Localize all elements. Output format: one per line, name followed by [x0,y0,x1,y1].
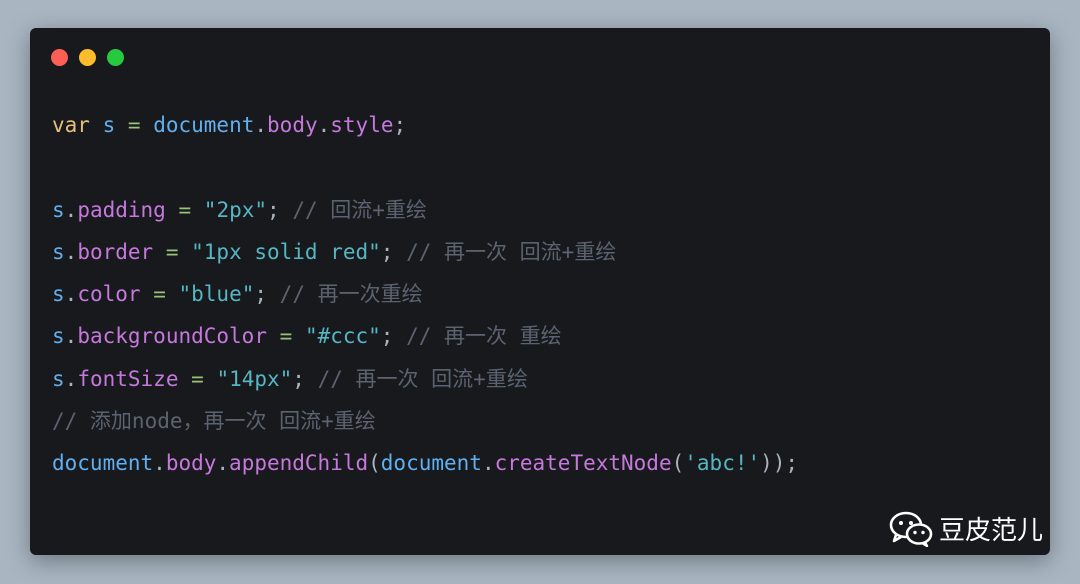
code-line-3: s.padding = "2px"; // 回流+重绘 [52,189,1032,231]
code-comment: // 再一次 重绘 [406,324,562,349]
dot: . [64,197,78,222]
property-border: border [77,239,154,264]
property-font-size: fontSize [77,366,179,391]
operator-equals: = [178,197,192,222]
string-value: "blue" [178,282,255,307]
watermark: 豆皮范儿 [889,510,1043,547]
open-paren: ( [368,451,381,476]
open-paren: ( [671,451,685,476]
wechat-icon [889,511,933,547]
property-background-color: backgroundColor [77,324,267,349]
operator-equals: = [127,113,141,137]
dot: . [317,113,331,137]
code-block: var s = document.body.style; s.padding =… [52,104,1032,485]
code-comment: // 再一次 回流+重绘 [317,366,528,391]
object-document: document [380,451,482,476]
semicolon: ; [267,197,280,222]
semicolon: ; [380,324,394,349]
semicolon: ; [393,113,407,137]
operator-equals: = [191,366,204,391]
property-body: body [267,113,318,137]
dot: . [481,451,495,476]
dot: . [64,366,78,391]
object-s: s [52,197,65,222]
watermark-text: 豆皮范儿 [938,516,1043,546]
code-line-1: var s = document.body.style; [52,104,1032,146]
variable-s: s [102,113,116,137]
window-controls [51,49,124,66]
method-create-text-node: createTextNode [494,451,672,476]
code-line-8: // 添加node，再一次 回流+重绘 [52,400,1032,442]
semicolon: ; [292,366,305,391]
code-comment: // 再一次 回流+重绘 [406,239,617,264]
semicolon: ; [380,239,394,264]
maximize-button[interactable] [107,49,124,66]
operator-equals: = [153,282,166,307]
code-line-4: s.border = "1px solid red"; // 再一次 回流+重绘 [52,231,1032,273]
semicolon: ; [254,282,268,307]
code-line-2-empty [52,146,1032,188]
code-line-5: s.color = "blue"; // 再一次重绘 [52,273,1032,315]
property-color: color [77,282,141,307]
code-comment: // 回流+重绘 [292,197,427,222]
object-s: s [52,239,65,264]
minimize-button[interactable] [79,49,96,66]
operator-equals: = [279,324,293,349]
close-button[interactable] [51,49,68,66]
property-style: style [330,113,394,137]
object-document: document [153,113,255,137]
property-padding: padding [77,197,166,222]
code-comment: // 再一次重绘 [279,282,423,307]
dot: . [216,451,230,476]
string-value: "2px" [203,197,268,222]
string-value: "#ccc" [304,324,381,349]
dot: . [64,239,78,264]
operator-equals: = [165,239,179,264]
object-s: s [52,282,65,307]
dot: . [64,282,78,307]
string-value: "14px" [216,366,293,391]
code-comment: // 添加node，再一次 回流+重绘 [52,409,376,434]
close-parens: )); [760,451,799,476]
dot: . [64,324,78,349]
string-value: "1px solid red" [191,239,381,264]
code-line-9: document.body.appendChild(document.creat… [52,442,1032,484]
object-document: document [52,451,154,476]
method-append-child: appendChild [229,451,369,476]
object-s: s [52,366,65,391]
code-line-7: s.fontSize = "14px"; // 再一次 回流+重绘 [52,358,1032,400]
code-line-6: s.backgroundColor = "#ccc"; // 再一次 重绘 [52,315,1032,357]
dot: . [153,451,166,476]
string-value: 'abc!' [684,451,761,476]
code-window: var s = document.body.style; s.padding =… [30,28,1050,555]
object-s: s [52,324,65,349]
property-body: body [165,451,217,476]
keyword-var: var [52,113,90,137]
dot: . [254,113,268,137]
